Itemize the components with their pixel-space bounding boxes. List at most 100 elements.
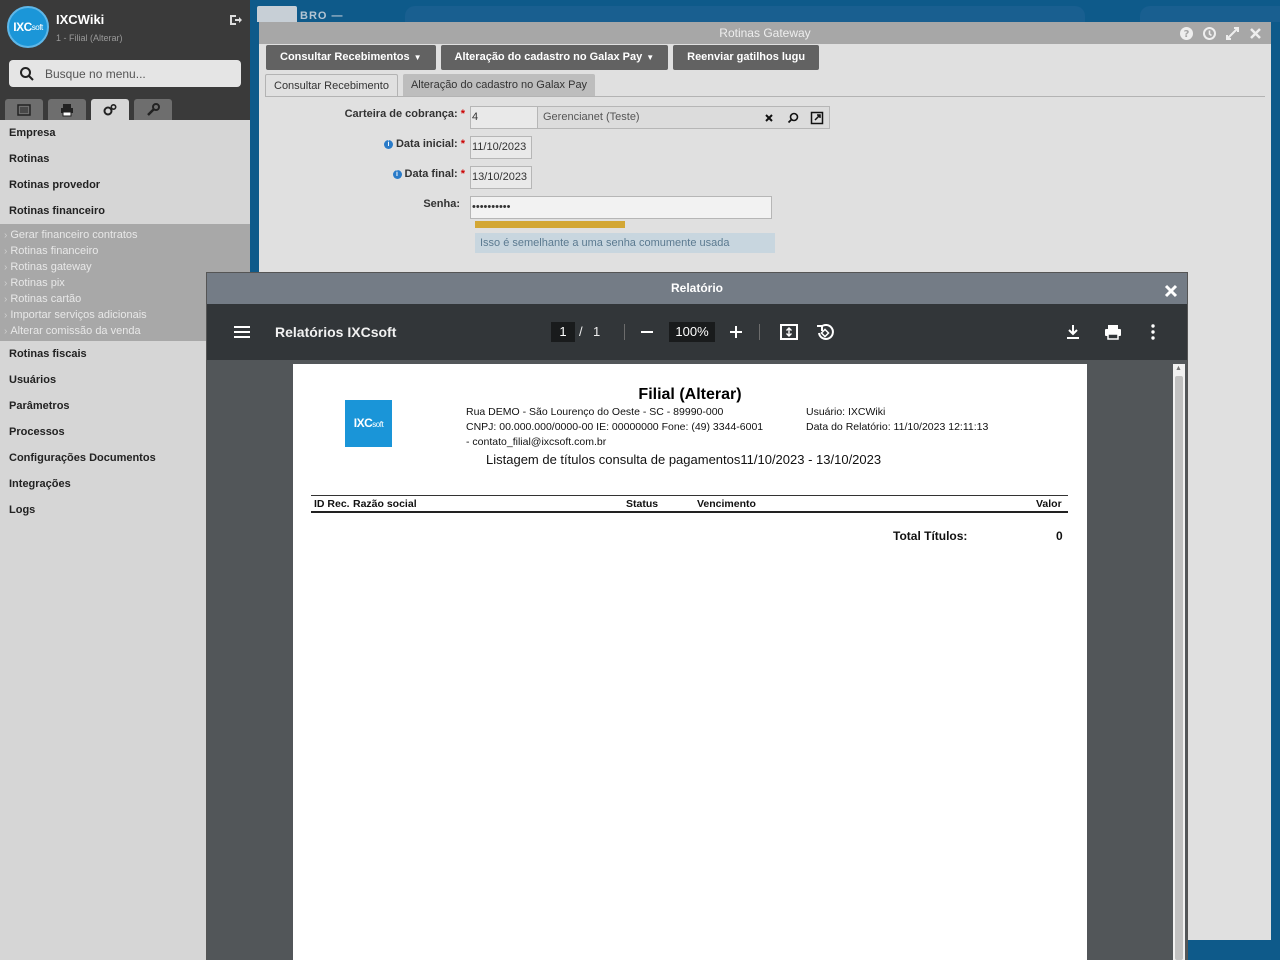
close-icon[interactable] [1163,280,1179,298]
data-inicial-label: i Data inicial: * [265,138,465,150]
tab-settings[interactable] [91,99,129,120]
data-final-input[interactable]: 13/10/2023 [470,166,532,189]
tab-tools[interactable] [134,99,172,120]
report-listing-title: Listagem de títulos consulta de pagament… [486,452,882,467]
carteira-label: Carteira de cobrança: * [265,108,465,120]
menu-search-input[interactable]: Busque no menu... [9,60,241,87]
report-table-header: ID Rec. Razão social Status Vencimento V… [311,495,1068,513]
print-icon[interactable] [1103,322,1123,342]
pdf-title: Relatórios IXCsoft [275,324,397,340]
open-external-icon[interactable] [810,111,824,125]
report-company-ids: CNPJ: 00.000.000/0000-00 IE: 00000000 Fo… [466,421,764,433]
sidebar-item-rotinas-financeiro[interactable]: Rotinas financeiro [0,198,250,224]
form-tabs: Consultar Recebimento Alteração do cadas… [265,74,596,97]
scrollbar-thumb[interactable] [1175,376,1183,960]
data-inicial-input[interactable]: 11/10/2023 [470,136,532,159]
tab-list[interactable] [5,99,43,120]
total-titulos-value: 0 [1056,529,1063,543]
window-toolbar: Consultar Recebimentos ▼ Alteração do cad… [266,45,820,70]
history-icon[interactable] [1202,26,1217,41]
menu-icon[interactable] [233,323,251,341]
report-logo-text: IXC [353,416,373,430]
wrench-icon [147,102,160,116]
logo-text: IXC [13,20,32,34]
info-icon[interactable]: i [383,140,393,149]
report-user: Usuário: IXCWiki [806,406,886,418]
company-logo: IXC soft [7,6,49,48]
sidebar-item-rotinas[interactable]: Rotinas [0,146,250,172]
data-inicial-label-text: Data inicial: [395,138,458,150]
password-strength-message: Isso é semelhante a uma senha comumente … [475,233,775,253]
col-razao-social: Razão social [353,498,417,510]
caret-down-icon: ▼ [646,53,655,62]
download-icon[interactable] [1063,322,1083,342]
zoom-out-icon[interactable] [637,322,657,342]
search-icon[interactable] [786,111,800,125]
list-icon [17,103,31,116]
page-total: 1 [593,324,601,339]
sidebar-item-rotinas-provedor[interactable]: Rotinas provedor [0,172,250,198]
senha-label: Senha: [423,198,460,210]
pdf-toolbar: Relatórios IXCsoft 1 / 1 100% [207,304,1187,360]
chevron-right-icon: › [4,262,8,273]
senha-input[interactable]: •••••••••• [470,196,772,219]
report-logo-small: soft [372,420,384,429]
page-number-input[interactable]: 1 [551,322,575,342]
window-title: Rotinas Gateway [719,26,811,40]
svg-text:?: ? [1184,29,1190,40]
carteira-id-input[interactable]: 4 [470,106,538,129]
tab-alteracao-cadastro[interactable]: Alteração do cadastro no Galax Pay [402,74,596,97]
submenu-item-label: Gerar financeiro contratos [10,229,138,241]
total-titulos-label: Total Títulos: [893,529,968,543]
submenu-item-label: Rotinas pix [10,277,65,289]
form-area: Carteira de cobrança: * 4 Gerencianet (Te… [265,96,1265,276]
lookup-actions [762,111,824,125]
scroll-up-arrow-icon[interactable]: ▲ [1175,365,1182,372]
logo-small-text: soft [31,22,43,32]
dialog-title: Relatório [670,281,723,295]
submenu-item[interactable]: › Rotinas financeiro [0,243,250,259]
consultar-recebimentos-label: Consultar Recebimentos [280,51,410,63]
alteracao-cadastro-label: Alteração do cadastro no Galax Pay [454,51,643,63]
password-strength-bar [475,221,625,228]
alteracao-cadastro-button[interactable]: Alteração do cadastro no Galax Pay ▼ [440,45,669,70]
required-mark: * [460,168,465,180]
zoom-in-icon[interactable] [726,322,746,342]
col-valor: Valor [1036,498,1062,510]
tab-print[interactable] [48,99,86,120]
window-title-bar: Rotinas Gateway ? [259,22,1271,44]
chevron-right-icon: › [4,294,8,305]
background-tab-label: BRO — [300,10,344,22]
caret-down-icon: ▼ [413,53,422,62]
required-mark: * [460,108,465,120]
chevron-right-icon: › [4,278,8,289]
help-icon[interactable]: ? [1179,26,1194,41]
zoom-input[interactable]: 100% [669,322,715,342]
tab-consultar-recebimento[interactable]: Consultar Recebimento [265,74,398,97]
clear-icon[interactable] [762,111,776,125]
submenu-item-label: Alterar comissão da venda [10,325,141,337]
report-dialog: Relatório Relatórios IXCsoft 1 / 1 100% … [206,272,1188,960]
gears-icon [103,103,117,115]
more-options-icon[interactable] [1143,322,1163,342]
background-tab[interactable] [257,6,297,22]
search-icon [20,66,34,81]
search-placeholder: Busque no menu... [45,66,146,81]
consultar-recebimentos-button[interactable]: Consultar Recebimentos ▼ [266,45,436,70]
report-logo: IXCsoft [345,400,392,447]
logout-icon[interactable] [229,13,243,27]
carteira-label-text: Carteira de cobrança: [344,108,458,120]
sidebar-item-empresa[interactable]: Empresa [0,120,250,146]
maximize-icon[interactable] [1225,26,1240,41]
rotate-icon[interactable] [815,322,835,342]
submenu-item[interactable]: › Gerar financeiro contratos [0,227,250,243]
reenviar-gatilhos-button[interactable]: Reenviar gatilhos lugu [673,45,820,70]
pdf-viewer[interactable]: IXCsoft Filial (Alterar) Rua DEMO - São … [207,360,1187,960]
scrollbar[interactable]: ▲ [1173,364,1185,960]
chevron-right-icon: › [4,310,8,321]
close-icon[interactable] [1248,26,1263,41]
info-icon[interactable]: i [392,170,402,179]
fit-page-icon[interactable] [779,322,799,342]
chevron-right-icon: › [4,230,8,241]
data-final-label-text: Data final: [404,168,458,180]
